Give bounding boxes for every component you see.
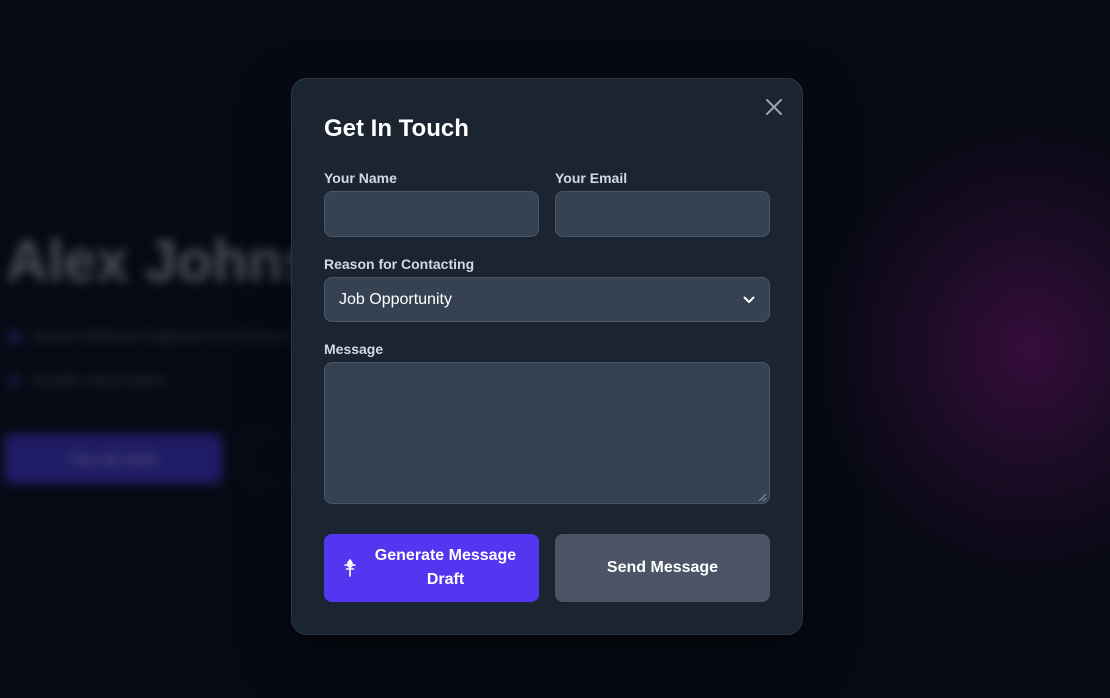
generate-draft-button[interactable]: Generate Message Draft — [324, 534, 539, 602]
modal-title: Get In Touch — [324, 115, 469, 142]
email-label: Your Email — [555, 170, 628, 186]
close-icon — [766, 99, 782, 115]
page: Alex Johnson Senior Software Engineer & … — [0, 0, 1110, 698]
sparkle-icon — [344, 559, 356, 577]
resize-grip-icon[interactable] — [758, 493, 767, 502]
reason-selected-value: Job Opportunity — [339, 290, 452, 308]
generate-draft-label: Generate Message Draft — [374, 547, 517, 588]
email-input[interactable] — [555, 191, 770, 237]
chevron-down-icon — [743, 296, 755, 303]
send-message-button[interactable]: Send Message — [555, 534, 770, 602]
name-label: Your Name — [324, 170, 397, 186]
reason-label: Reason for Contacting — [324, 256, 475, 272]
send-message-label: Send Message — [606, 559, 719, 576]
contact-modal: Get In Touch Your Name Your Email Reason… — [291, 78, 803, 635]
name-input[interactable] — [324, 191, 539, 237]
message-label: Message — [324, 341, 384, 357]
reason-select[interactable]: Job Opportunity — [324, 277, 770, 322]
close-button[interactable] — [764, 97, 784, 117]
message-textarea[interactable] — [324, 362, 770, 504]
